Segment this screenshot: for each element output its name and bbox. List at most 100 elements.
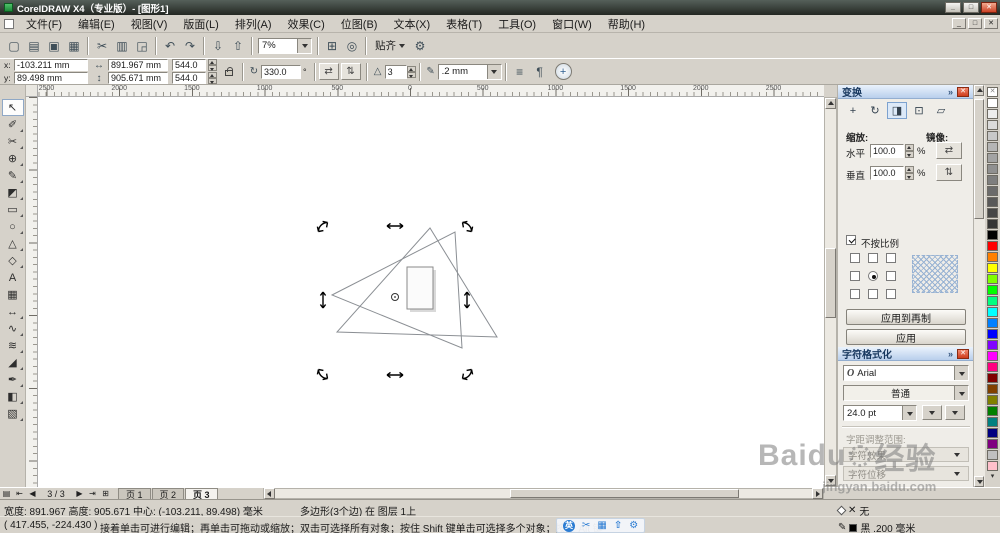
- apply-to-duplicate-button[interactable]: 应用到再制: [846, 309, 966, 325]
- vertical-scroll-thumb[interactable]: [825, 248, 836, 318]
- rotate-handle-top-right[interactable]: [461, 220, 474, 233]
- color-swatch-19[interactable]: [987, 296, 998, 306]
- character-shift-section[interactable]: 字符位移: [843, 466, 969, 481]
- ime-up-icon[interactable]: ⇧: [614, 520, 622, 531]
- color-swatch-13[interactable]: [987, 230, 998, 240]
- minimize-button[interactable]: _: [945, 2, 961, 13]
- color-swatch-17[interactable]: [987, 274, 998, 284]
- zoom-dropdown-icon[interactable]: [297, 38, 311, 53]
- anchor-middle-left-checkbox[interactable]: [850, 271, 860, 281]
- scale-horizontal-field[interactable]: 100.0: [870, 144, 904, 158]
- crop-tool[interactable]: ✂: [2, 133, 24, 150]
- color-swatch-24[interactable]: [987, 351, 998, 361]
- color-swatch-29[interactable]: [987, 406, 998, 416]
- underline-options-button[interactable]: [922, 405, 942, 420]
- object-height-field[interactable]: 905.671 mm: [108, 72, 168, 84]
- freehand-tool[interactable]: ✎: [2, 167, 24, 184]
- color-swatch-32[interactable]: [987, 439, 998, 449]
- transform-docker-close-icon[interactable]: ✕: [957, 86, 969, 97]
- add-page-icon[interactable]: ⊞: [99, 488, 112, 499]
- wrap-text-icon[interactable]: ≡: [510, 62, 530, 82]
- page-tab-1[interactable]: 页 1: [118, 487, 151, 500]
- font-family-dropdown-icon[interactable]: [954, 366, 968, 380]
- page-tab-3[interactable]: 页 3: [185, 487, 218, 500]
- color-swatch-1[interactable]: [987, 98, 998, 108]
- font-size-combo[interactable]: 24.0 pt: [843, 405, 917, 421]
- character-effects-section[interactable]: 字符效果: [843, 447, 969, 462]
- scroll-down-icon[interactable]: [825, 475, 836, 486]
- color-swatch-31[interactable]: [987, 428, 998, 438]
- zoom-tool[interactable]: ⊕: [2, 150, 24, 167]
- transform-docker-header[interactable]: 变换 » ✕: [838, 85, 973, 99]
- options-icon[interactable]: ⚙: [410, 36, 430, 56]
- docker-scrollbar[interactable]: [973, 85, 985, 487]
- color-swatch-22[interactable]: [987, 329, 998, 339]
- color-swatch-12[interactable]: [987, 219, 998, 229]
- save-icon[interactable]: ▣: [44, 36, 64, 56]
- color-swatch-30[interactable]: [987, 417, 998, 427]
- scale-h-stepper[interactable]: [208, 59, 217, 71]
- outline-pen-tool[interactable]: ✒: [2, 371, 24, 388]
- close-button[interactable]: ✕: [981, 2, 997, 13]
- next-page-icon[interactable]: ▶: [73, 488, 86, 499]
- font-size-dropdown-icon[interactable]: [902, 406, 916, 420]
- anchor-bottom-left-checkbox[interactable]: [850, 289, 860, 299]
- pick-tool[interactable]: ↖: [1, 99, 24, 116]
- menu-item-3[interactable]: 视图(V): [123, 14, 176, 34]
- scale-horizontal-stepper[interactable]: [905, 144, 914, 158]
- scale-vertical-stepper[interactable]: [905, 166, 914, 180]
- smart-fill-tool[interactable]: ◩: [2, 184, 24, 201]
- character-docker-close-icon[interactable]: ✕: [957, 348, 969, 359]
- open-icon[interactable]: ▤: [24, 36, 44, 56]
- color-swatch-26[interactable]: [987, 373, 998, 383]
- scroll-left-icon[interactable]: [264, 488, 275, 499]
- menu-item-5[interactable]: 排列(A): [227, 14, 280, 34]
- maximize-button[interactable]: □: [963, 2, 979, 13]
- color-swatch-4[interactable]: [987, 131, 998, 141]
- color-swatch-8[interactable]: [987, 175, 998, 185]
- scale-vertical-field[interactable]: 100.0: [870, 166, 904, 180]
- doc-minimize-button[interactable]: _: [952, 18, 966, 29]
- rotate-handle-bottom-left[interactable]: [316, 368, 329, 381]
- color-swatch-11[interactable]: [987, 208, 998, 218]
- object-width-field[interactable]: 891.967 mm: [108, 59, 168, 71]
- font-style-combo[interactable]: 普通: [843, 385, 969, 401]
- menu-item-1[interactable]: 文件(F): [18, 14, 70, 34]
- table-tool[interactable]: ▦: [2, 286, 24, 303]
- color-swatch-2[interactable]: [987, 109, 998, 119]
- scale-v-field[interactable]: 544.0: [172, 72, 206, 84]
- paragraph-icon[interactable]: ¶: [530, 62, 550, 82]
- previous-page-icon[interactable]: ◀: [26, 488, 39, 499]
- font-family-combo[interactable]: O Arial: [843, 365, 969, 381]
- doc-close-button[interactable]: ✕: [984, 18, 998, 29]
- doc-restore-button[interactable]: □: [968, 18, 982, 29]
- color-swatch-33[interactable]: [987, 450, 998, 460]
- eyedropper-tool[interactable]: ◢: [2, 354, 24, 371]
- zoom-level-combo[interactable]: 7%: [258, 37, 312, 54]
- page-tab-2[interactable]: 页 2: [151, 487, 185, 500]
- new-document-icon[interactable]: ▢: [4, 36, 24, 56]
- anchor-bottom-right-checkbox[interactable]: [886, 289, 896, 299]
- color-swatch-25[interactable]: [987, 362, 998, 372]
- lock-ratio-button[interactable]: [221, 62, 236, 82]
- polygon-tool[interactable]: △: [2, 235, 24, 252]
- no-color-swatch[interactable]: ✕: [987, 87, 998, 97]
- transform-size-button[interactable]: ⊡: [909, 102, 929, 119]
- color-swatch-9[interactable]: [987, 186, 998, 196]
- undo-icon[interactable]: ↶: [160, 36, 180, 56]
- last-page-icon[interactable]: ⇥: [86, 488, 99, 499]
- first-page-icon[interactable]: ⇤: [13, 488, 26, 499]
- text-tool[interactable]: A: [2, 269, 24, 286]
- menu-item-6[interactable]: 效果(C): [280, 14, 333, 34]
- color-swatch-23[interactable]: [987, 340, 998, 350]
- menu-item-9[interactable]: 表格(T): [438, 14, 490, 34]
- copy-icon[interactable]: ▥: [112, 36, 132, 56]
- vertical-scrollbar[interactable]: [824, 97, 837, 487]
- rotation-angle-field[interactable]: 330.0: [261, 64, 301, 79]
- scroll-right-icon[interactable]: [812, 488, 823, 499]
- docker-mirror-vertical-button[interactable]: ⇅: [936, 164, 962, 181]
- scale-h-field[interactable]: 544.0: [172, 59, 206, 71]
- page-icon[interactable]: ▤: [0, 488, 13, 499]
- scale-v-stepper[interactable]: [208, 72, 217, 84]
- anchor-top-left-checkbox[interactable]: [850, 253, 860, 263]
